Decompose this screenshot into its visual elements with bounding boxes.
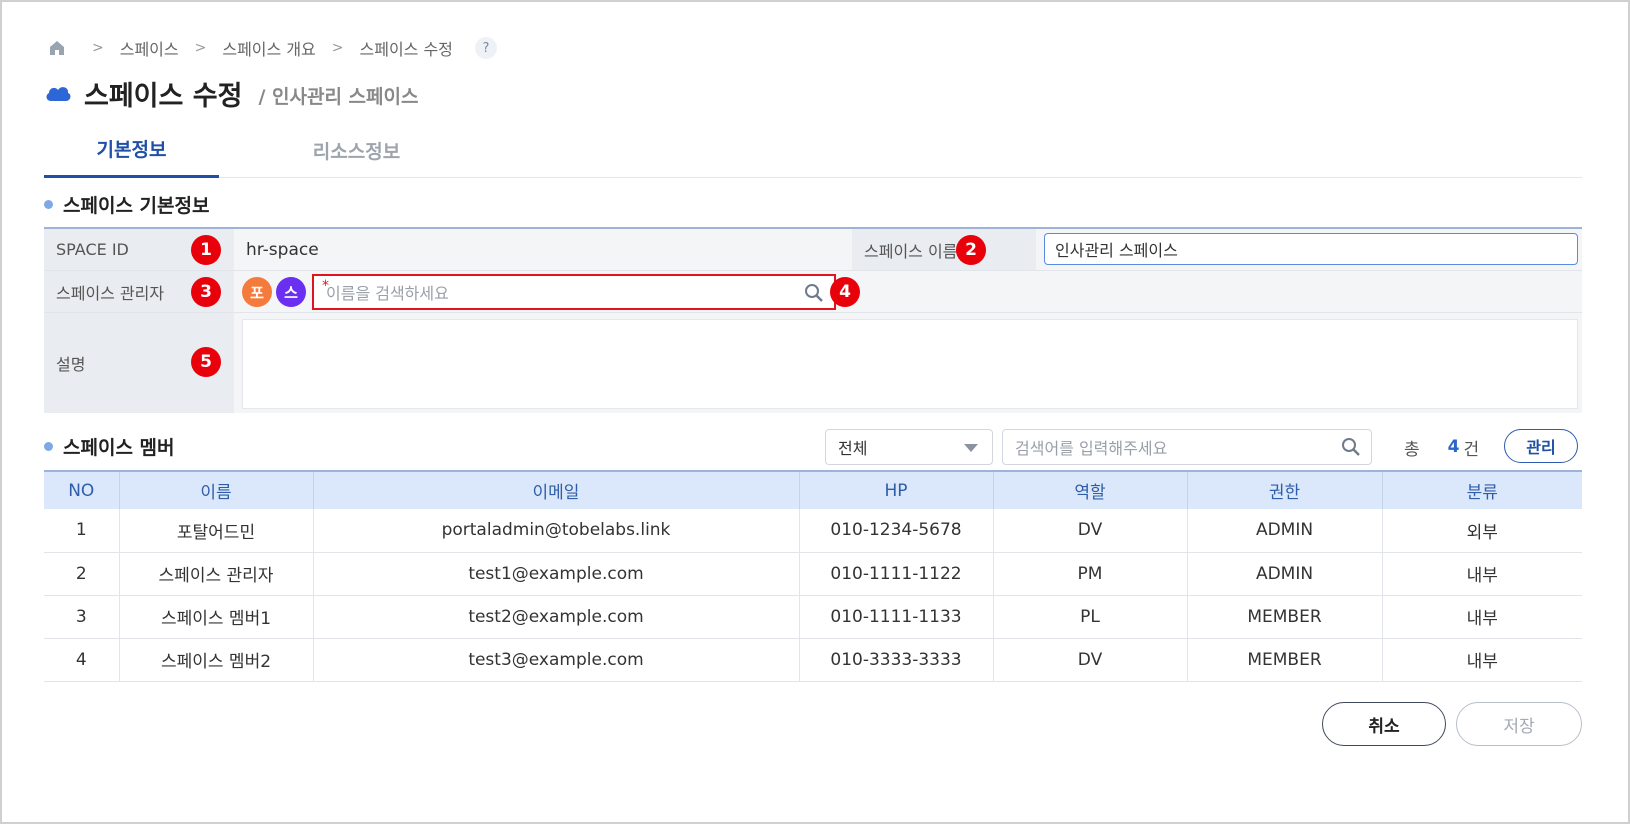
table-header-row: NO 이름 이메일 HP 역할 권한 분류 (44, 470, 1582, 509)
table-row[interactable]: 1 포탈어드민 portaladmin@tobelabs.link 010-12… (44, 509, 1582, 553)
chevron-right-icon: > (92, 40, 104, 56)
table-row[interactable]: 4 스페이스 멤버2 test3@example.com 010-3333-33… (44, 638, 1582, 682)
cloud-icon (46, 87, 71, 101)
cell-name: 스페이스 멤버2 (119, 638, 314, 682)
description-textarea[interactable] (242, 319, 1578, 409)
breadcrumb-item-overview[interactable]: 스페이스 개요 (222, 36, 315, 60)
cell-role: PL (993, 595, 1188, 639)
section-title: 스페이스 멤버 (63, 436, 175, 459)
section-members-header: 스페이스 멤버 (44, 432, 175, 460)
cell-name: 스페이스 멤버1 (119, 595, 314, 639)
form-row-description: 설명 5 (44, 313, 1582, 413)
cell-email: test2@example.com (313, 595, 800, 639)
breadcrumb: > 스페이스 > 스페이스 개요 > 스페이스 수정 ? (48, 36, 497, 60)
cell-email: portaladmin@tobelabs.link (313, 509, 800, 553)
cell-permission: MEMBER (1187, 595, 1383, 639)
page-title: 스페이스 수정 (84, 80, 243, 112)
breadcrumb-item-edit: 스페이스 수정 (359, 40, 453, 59)
cell-category: 외부 (1382, 509, 1582, 553)
cell-no: 1 (44, 509, 120, 553)
marker-2: 2 (956, 235, 986, 265)
cell-no: 4 (44, 638, 120, 682)
cell-email: test1@example.com (313, 552, 800, 596)
space-id-value: hr-space (246, 239, 319, 260)
cell-category: 내부 (1382, 595, 1582, 639)
member-total: 총 4 건 (1404, 429, 1479, 465)
tab-bar: 기본정보 리소스정보 (44, 122, 1582, 178)
bullet-icon (44, 199, 53, 209)
column-header-name: 이름 (119, 470, 314, 509)
cell-no: 3 (44, 595, 120, 639)
total-prefix: 총 (1404, 439, 1420, 460)
member-search-input[interactable]: 검색어를 입력해주세요 (1002, 429, 1372, 465)
table-row[interactable]: 2 스페이스 관리자 test1@example.com 010-1111-11… (44, 552, 1582, 596)
cell-hp: 010-1111-1122 (799, 552, 994, 596)
page-header: 스페이스 수정 / 인사관리 스페이스 (44, 74, 418, 112)
cell-name: 스페이스 관리자 (119, 552, 314, 596)
cell-permission: ADMIN (1187, 509, 1383, 553)
cancel-button[interactable]: 취소 (1322, 702, 1446, 746)
basic-info-form: SPACE ID 1 hr-space 스페이스 이름 2 인사관리 스페이스 … (44, 227, 1582, 413)
bullet-icon (44, 441, 53, 451)
column-header-email: 이메일 (313, 470, 800, 509)
cell-role: DV (993, 638, 1188, 682)
member-search-placeholder: 검색어를 입력해주세요 (1015, 439, 1168, 458)
caret-down-icon (964, 444, 978, 452)
total-suffix: 건 (1463, 439, 1480, 460)
space-name-label: 스페이스 이름 (852, 229, 1036, 270)
help-icon[interactable]: ? (474, 37, 497, 59)
manager-search-placeholder: 이름을 검색하세요 (326, 284, 449, 303)
cell-category: 내부 (1382, 552, 1582, 596)
breadcrumb-item-space[interactable]: 스페이스 (120, 36, 179, 60)
filter-selected-value: 전체 (838, 439, 868, 458)
marker-4: 4 (830, 277, 860, 307)
members-table: NO 이름 이메일 HP 역할 권한 분류 1 포탈어드민 portaladmi… (44, 470, 1582, 682)
cell-hp: 010-1234-5678 (799, 509, 994, 553)
marker-3: 3 (191, 277, 221, 307)
column-header-category: 분류 (1382, 470, 1582, 509)
cell-role: PM (993, 552, 1188, 596)
space-name-input[interactable]: 인사관리 스페이스 (1044, 233, 1578, 265)
required-mark: * (322, 278, 329, 294)
total-count: 4 (1447, 437, 1460, 457)
chevron-right-icon: > (331, 40, 344, 56)
table-row[interactable]: 3 스페이스 멤버1 test2@example.com 010-1111-11… (44, 595, 1582, 639)
page-subtitle: / 인사관리 스페이스 (258, 85, 419, 108)
marker-1: 1 (191, 235, 221, 265)
cell-name: 포탈어드민 (119, 509, 314, 553)
column-header-permission: 권한 (1187, 470, 1383, 509)
cell-email: test3@example.com (313, 638, 800, 682)
section-title: 스페이스 기본정보 (63, 194, 210, 217)
member-filter-select[interactable]: 전체 (825, 429, 993, 465)
cell-category: 내부 (1382, 638, 1582, 682)
column-header-role: 역할 (993, 470, 1188, 509)
section-basic-info-header: 스페이스 기본정보 (44, 190, 209, 218)
home-icon[interactable] (48, 39, 66, 57)
cell-role: DV (993, 509, 1188, 553)
cell-hp: 010-3333-3333 (799, 638, 994, 682)
save-button[interactable]: 저장 (1456, 702, 1582, 746)
search-icon[interactable] (1341, 437, 1361, 457)
cell-permission: ADMIN (1187, 552, 1383, 596)
manager-search-input[interactable]: * 이름을 검색하세요 (312, 274, 836, 310)
column-header-no: NO (44, 470, 120, 509)
manager-avatar[interactable]: 스 (276, 277, 306, 307)
column-header-hp: HP (799, 470, 994, 509)
cell-permission: MEMBER (1187, 638, 1383, 682)
search-icon[interactable] (804, 283, 824, 303)
chevron-right-icon: > (194, 40, 207, 56)
manage-members-button[interactable]: 관리 (1504, 429, 1578, 463)
tab-resource-info[interactable]: 리소스정보 (264, 122, 449, 178)
form-row-space-id: SPACE ID 1 hr-space 스페이스 이름 2 인사관리 스페이스 (44, 229, 1582, 271)
tab-basic-info[interactable]: 기본정보 (44, 122, 219, 178)
marker-5: 5 (191, 347, 221, 377)
cell-hp: 010-1111-1133 (799, 595, 994, 639)
manager-avatar[interactable]: 포 (242, 277, 272, 307)
cell-no: 2 (44, 552, 120, 596)
form-row-manager: 스페이스 관리자 3 포 스 * 이름을 검색하세요 4 (44, 271, 1582, 313)
